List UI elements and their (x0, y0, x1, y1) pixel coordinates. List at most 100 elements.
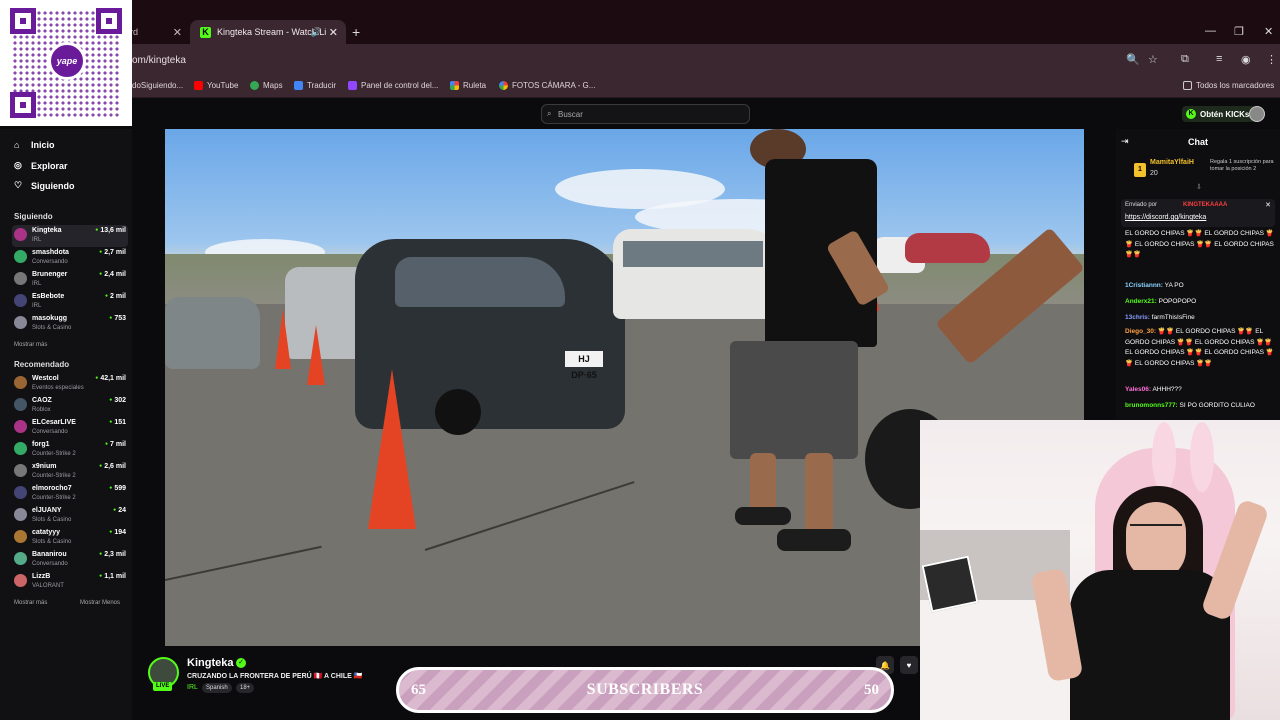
viewer-count: 194 (109, 529, 126, 536)
webcam-overlay (920, 420, 1280, 720)
chat-username[interactable]: Diego_30: (1125, 328, 1156, 335)
top-gifter[interactable]: 1 MamitaYlfaiH 20 Regala 1 suscripción p… (1134, 159, 1276, 179)
chat-username[interactable]: 13chris: (1125, 314, 1150, 321)
glasses (1130, 524, 1182, 536)
channel-avatar (14, 228, 27, 241)
user-avatar[interactable] (1249, 106, 1265, 122)
streamer-name[interactable]: Kingteka (187, 657, 233, 669)
channel-category: Roblox (32, 407, 51, 413)
channel-row[interactable]: LizzB VALORANT 1,1 mil (12, 571, 128, 593)
tab-close-icon[interactable]: ✕ (329, 26, 338, 39)
channel-category: Counter-Strike 2 (32, 473, 76, 479)
chat-username[interactable]: brunomonns777: (1125, 402, 1178, 409)
media-control-icon[interactable]: ≡ (1216, 53, 1222, 65)
bookmark-dashboard[interactable]: Panel de control del... (348, 81, 438, 90)
bookmark-star-icon[interactable]: ☆ (1148, 53, 1158, 66)
bookmark-photos[interactable]: FOTOS CÁMARA - G... (499, 81, 595, 90)
viewer-count: 151 (109, 419, 126, 426)
channel-row[interactable]: x9nium Counter-Strike 2 2,6 mil (12, 461, 128, 483)
viewer-count: 24 (113, 507, 126, 514)
profile-icon[interactable]: ◉ (1241, 53, 1251, 66)
viewer-count: 2,6 mil (99, 463, 126, 470)
maps-icon (250, 81, 259, 90)
nav-explore[interactable]: ◎ Explorar (14, 160, 68, 171)
zoom-icon[interactable]: 🔍 (1126, 53, 1140, 66)
chat-username[interactable]: Yales06: (1125, 386, 1151, 393)
channel-avatar (14, 552, 27, 565)
kick-favicon-icon: K (200, 26, 211, 38)
follow-heart-icon[interactable]: ♥ (900, 656, 918, 674)
chat-message: brunomonns777: SI PO GORDITO CULIAO (1125, 401, 1277, 412)
bookmark-translate[interactable]: Traducir (294, 81, 336, 90)
minimize-icon[interactable]: — (1205, 25, 1216, 37)
channel-row[interactable]: elmorocho7 Counter-Strike 2 599 (12, 483, 128, 505)
channel-name: x9nium (32, 463, 57, 470)
new-tab-icon[interactable]: + (352, 24, 360, 40)
screen: rd ✕ K Kingteka Stream - Watch Li 🔊 ✕ + … (0, 0, 1280, 720)
channel-category: Slots & Casino (32, 517, 72, 523)
channel-row[interactable]: CAOZ Roblox 302 (12, 395, 128, 417)
show-less-recommended[interactable]: Mostrar Menos (80, 600, 120, 606)
stream-category[interactable]: IRL (187, 684, 198, 691)
viewer-count: 2 mil (105, 293, 126, 300)
pinned-link[interactable]: https://discord.gg/kingteka (1125, 214, 1206, 221)
channel-row[interactable]: catatyyy Slots & Casino 194 (12, 527, 128, 549)
channel-row[interactable]: forg1 Counter-Strike 2 7 mil (12, 439, 128, 461)
channel-category: VALORANT (32, 583, 64, 589)
chat-username[interactable]: 1Cristiannn: (1125, 282, 1163, 289)
compass-icon: ◎ (14, 160, 22, 170)
all-bookmarks[interactable]: Todos los marcadores (1183, 81, 1274, 90)
channel-name: Westcol (32, 375, 59, 382)
channel-row[interactable]: EsBebote IRL 2 mil (12, 291, 128, 313)
nav-home[interactable]: ⌂ Inicio (14, 140, 55, 150)
gifter-count: 20 (1150, 170, 1158, 177)
channel-category: Eventos especiales (32, 385, 84, 391)
bookmark-roulette[interactable]: Ruleta (450, 81, 486, 90)
viewer-count: 753 (109, 315, 126, 322)
site-header: ⌕ Buscar K Obtén KICKs (0, 99, 1280, 129)
parked-car (905, 233, 990, 263)
menu-kebab-icon[interactable]: ⋮ (1266, 53, 1277, 66)
restore-icon[interactable]: ❐ (1234, 25, 1244, 38)
show-more-recommended[interactable]: Mostrar más (14, 600, 47, 606)
qr-finder (96, 8, 122, 34)
gifter-name: MamitaYlfaiH (1150, 159, 1194, 166)
translate-icon (294, 81, 303, 90)
headset-ear (1190, 422, 1214, 492)
channel-row[interactable]: Bananirou Conversando 2,3 mil (12, 549, 128, 571)
show-more-following[interactable]: Mostrar más (14, 342, 47, 348)
pinned-by-user: KINGTEKAAAA (1183, 202, 1228, 208)
nav-following[interactable]: ♡ Siguiendo (14, 180, 75, 191)
extensions-icon[interactable]: ⧉ (1181, 53, 1189, 66)
photos-icon (499, 81, 508, 90)
channel-avatar (14, 420, 27, 433)
tag-mature[interactable]: 18+ (236, 683, 255, 693)
url-field[interactable]: om/kingteka (132, 55, 186, 66)
channel-row[interactable]: Brunenger IRL 2,4 mil (12, 269, 128, 291)
unpin-icon[interactable]: ✕ (1265, 201, 1271, 209)
channel-row[interactable]: ELCesarLIVE Conversando 151 (12, 417, 128, 439)
browser-tab-active[interactable]: K Kingteka Stream - Watch Li 🔊 ✕ (190, 20, 346, 44)
channel-row[interactable]: smashdota Conversando 2,7 mil (12, 247, 128, 269)
search-input[interactable]: ⌕ Buscar (541, 104, 750, 124)
chat-title: Chat (1188, 137, 1208, 147)
tab-close-icon[interactable]: ✕ (173, 26, 182, 39)
bookmark-item[interactable]: doSiguiendo... (132, 81, 183, 90)
following-section-title: Siguiendo (14, 212, 53, 221)
person-leg (750, 453, 776, 515)
channel-row[interactable]: Westcol Eventos especiales 42,1 mil (12, 373, 128, 395)
parked-car (165, 297, 260, 369)
audio-playing-icon[interactable]: 🔊 (311, 27, 322, 38)
chat-username[interactable]: Anderx21: (1125, 298, 1157, 305)
channel-row[interactable]: masokugg Slots & Casino 753 (12, 313, 128, 335)
tag-language[interactable]: Spanish (202, 683, 232, 693)
get-kicks-button[interactable]: K Obtén KICKs (1182, 106, 1256, 122)
channel-row[interactable]: elJUANY Slots & Casino 24 (12, 505, 128, 527)
bookmark-maps[interactable]: Maps (250, 81, 283, 90)
chat-message: 1Cristiannn: YA PO (1125, 281, 1277, 292)
bookmark-youtube[interactable]: YouTube (194, 81, 238, 90)
channel-row[interactable]: Kingteka IRL 13,6 mil (12, 225, 128, 247)
channel-avatar (14, 250, 27, 263)
close-window-icon[interactable]: ✕ (1264, 25, 1273, 38)
expand-chevron-icon[interactable]: ⇩ (1196, 183, 1202, 191)
